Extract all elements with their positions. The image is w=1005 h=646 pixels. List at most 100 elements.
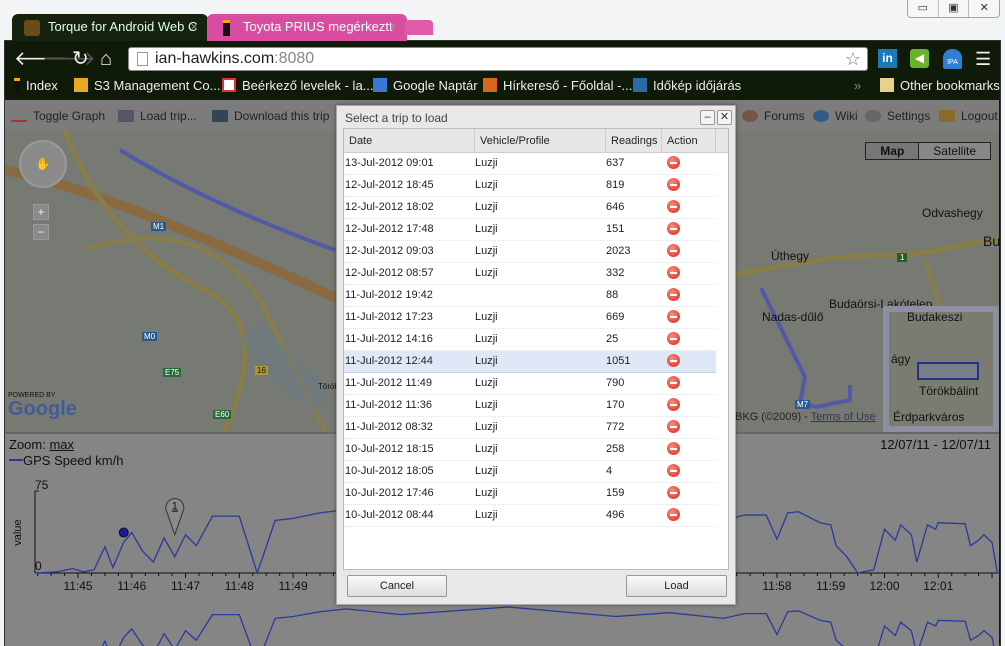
other-bookmarks[interactable]: Other bookmarks — [880, 76, 1000, 96]
table-row[interactable]: 12-Jul-2012 17:48 Luzji 151 — [344, 219, 716, 241]
sound-icon[interactable]: ◀ — [910, 49, 929, 68]
bookmark-calendar[interactable]: Google Naptár — [373, 76, 478, 96]
linkedin-icon[interactable]: in — [878, 49, 897, 68]
delete-icon[interactable] — [667, 244, 680, 257]
reload-icon[interactable]: ↻ — [72, 47, 89, 71]
cancel-button[interactable]: Cancel — [347, 575, 447, 597]
delete-icon[interactable] — [667, 398, 680, 411]
map-label: Úthegy — [771, 249, 810, 263]
settings-link[interactable]: Settings — [865, 109, 930, 123]
cell-readings: 159 — [606, 487, 625, 499]
cell-date: 11-Jul-2012 08:32 — [345, 421, 433, 433]
table-row[interactable]: 11-Jul-2012 12:44 Luzji 1051 — [344, 351, 716, 373]
map-button[interactable]: Map — [866, 143, 920, 159]
table-row[interactable]: 11-Jul-2012 17:23 Luzji 669 — [344, 307, 716, 329]
forums-link[interactable]: Forums — [742, 109, 805, 123]
col-action[interactable]: Action — [662, 129, 716, 152]
table-row[interactable]: 13-Jul-2012 09:01 Luzji 637 — [344, 153, 716, 175]
delete-icon[interactable] — [667, 420, 680, 433]
terms-link[interactable]: Terms of Use — [811, 411, 876, 423]
table-row[interactable]: 12-Jul-2012 08:57 Luzji 332 — [344, 263, 716, 285]
delete-icon[interactable] — [667, 266, 680, 279]
road-shield-e60: E60 — [213, 410, 232, 419]
delete-icon[interactable] — [667, 222, 680, 235]
cell-vehicle: Luzji — [475, 333, 498, 345]
close-tab-icon[interactable]: × — [190, 14, 198, 40]
ipa-icon[interactable]: IPA — [943, 49, 962, 69]
table-row[interactable]: 11-Jul-2012 11:36 Luzji 170 — [344, 395, 716, 417]
delete-icon[interactable] — [667, 508, 680, 521]
tab-toyota[interactable]: Toyota PRIUS megérkeztt × — [207, 14, 407, 41]
table-row[interactable]: 11-Jul-2012 19:42 88 — [344, 285, 716, 307]
logout-link[interactable]: Logout — [939, 109, 998, 123]
delete-icon[interactable] — [667, 376, 680, 389]
toggle-graph-button[interactable]: Toggle Graph — [11, 109, 105, 123]
bookmark-hirkereso[interactable]: Hírkereső - Főoldal -... — [483, 76, 632, 96]
page-icon — [137, 52, 148, 66]
cell-date: 10-Jul-2012 18:15 — [345, 443, 434, 455]
overview-viewport[interactable] — [917, 362, 979, 380]
delete-icon[interactable] — [667, 486, 680, 499]
delete-icon[interactable] — [667, 442, 680, 455]
menu-icon[interactable]: ☰ — [975, 50, 991, 68]
delete-icon[interactable] — [667, 288, 680, 301]
star-icon[interactable]: ☆ — [845, 48, 861, 70]
cell-date: 11-Jul-2012 19:42 — [345, 289, 433, 301]
col-vehicle[interactable]: Vehicle/Profile — [475, 129, 606, 152]
delete-icon[interactable] — [667, 310, 680, 323]
table-row[interactable]: 11-Jul-2012 11:49 Luzji 790 — [344, 373, 716, 395]
delete-icon[interactable] — [667, 464, 680, 477]
close-window-button[interactable]: ✕ — [969, 0, 999, 17]
delete-icon[interactable] — [667, 332, 680, 345]
cell-date: 11-Jul-2012 11:49 — [345, 377, 433, 389]
x-tick-label: 12:01 — [923, 579, 953, 593]
table-row[interactable]: 10-Jul-2012 18:05 Luzji 4 — [344, 461, 716, 483]
table-row[interactable]: 10-Jul-2012 17:46 Luzji 159 — [344, 483, 716, 505]
table-row[interactable]: 12-Jul-2012 18:02 Luzji 646 — [344, 197, 716, 219]
table-row[interactable]: 11-Jul-2012 14:16 Luzji 25 — [344, 329, 716, 351]
overview-map[interactable]: Budakeszi ágy Törökbálint Érdparkváros — [883, 306, 999, 432]
close-dialog-button[interactable]: ✕ — [717, 110, 732, 125]
maximize-button[interactable]: ▣ — [939, 0, 970, 17]
x-tick-label: 11:48 — [225, 579, 254, 593]
table-row[interactable]: 10-Jul-2012 18:15 Luzji 258 — [344, 439, 716, 461]
bookmark-s3[interactable]: S3 Management Co... — [74, 76, 220, 96]
pan-control[interactable]: ✋ — [19, 140, 67, 188]
url-host: ian-hawkins.com — [155, 50, 275, 67]
satellite-button[interactable]: Satellite — [919, 143, 990, 159]
table-row[interactable]: 12-Jul-2012 09:03 Luzji 2023 — [344, 241, 716, 263]
bookmark-index[interactable]: Index — [14, 76, 58, 96]
cell-date: 10-Jul-2012 08:44 — [345, 509, 434, 521]
col-date[interactable]: Date — [344, 129, 475, 152]
bookmark-gmail[interactable]: Beérkező levelek - la... — [222, 76, 374, 96]
home-icon[interactable]: ⌂ — [100, 47, 112, 71]
cell-vehicle: Luzji — [475, 421, 498, 433]
zoom-in-button[interactable]: + — [33, 204, 49, 220]
table-row[interactable]: 12-Jul-2012 18:45 Luzji 819 — [344, 175, 716, 197]
address-bar[interactable]: ian-hawkins.com:8080 ☆ — [128, 47, 868, 71]
tab-torque[interactable]: Torque for Android Web C × — [12, 14, 208, 41]
delete-icon[interactable] — [667, 178, 680, 191]
bookmark-overflow[interactable]: » — [854, 76, 861, 96]
col-readings[interactable]: Readings — [606, 129, 662, 152]
delete-icon[interactable] — [667, 200, 680, 213]
table-row[interactable]: 10-Jul-2012 08:44 Luzji 496 — [344, 505, 716, 527]
wiki-link[interactable]: Wiki — [813, 109, 858, 123]
delete-icon[interactable] — [667, 156, 680, 169]
minimize-button[interactable]: ▭ — [908, 0, 939, 17]
zoom-out-button[interactable]: − — [33, 224, 49, 240]
delete-icon[interactable] — [667, 354, 680, 367]
table-row[interactable]: 11-Jul-2012 08:32 Luzji 772 — [344, 417, 716, 439]
bookmark-idokep[interactable]: Időkép időjárás — [633, 76, 741, 96]
new-tab-button[interactable] — [405, 20, 433, 35]
box-icon — [74, 78, 88, 92]
close-tab-icon[interactable]: × — [389, 14, 397, 40]
minimize-dialog-button[interactable]: – — [700, 110, 715, 125]
load-trip-button[interactable]: Load trip... — [118, 109, 197, 123]
cell-readings: 646 — [606, 201, 625, 213]
cell-readings: 637 — [606, 157, 625, 169]
download-trip-button[interactable]: Download this trip — [212, 109, 329, 123]
cell-action — [662, 461, 716, 482]
load-button[interactable]: Load — [626, 575, 727, 597]
cell-date: 10-Jul-2012 17:46 — [345, 487, 434, 499]
